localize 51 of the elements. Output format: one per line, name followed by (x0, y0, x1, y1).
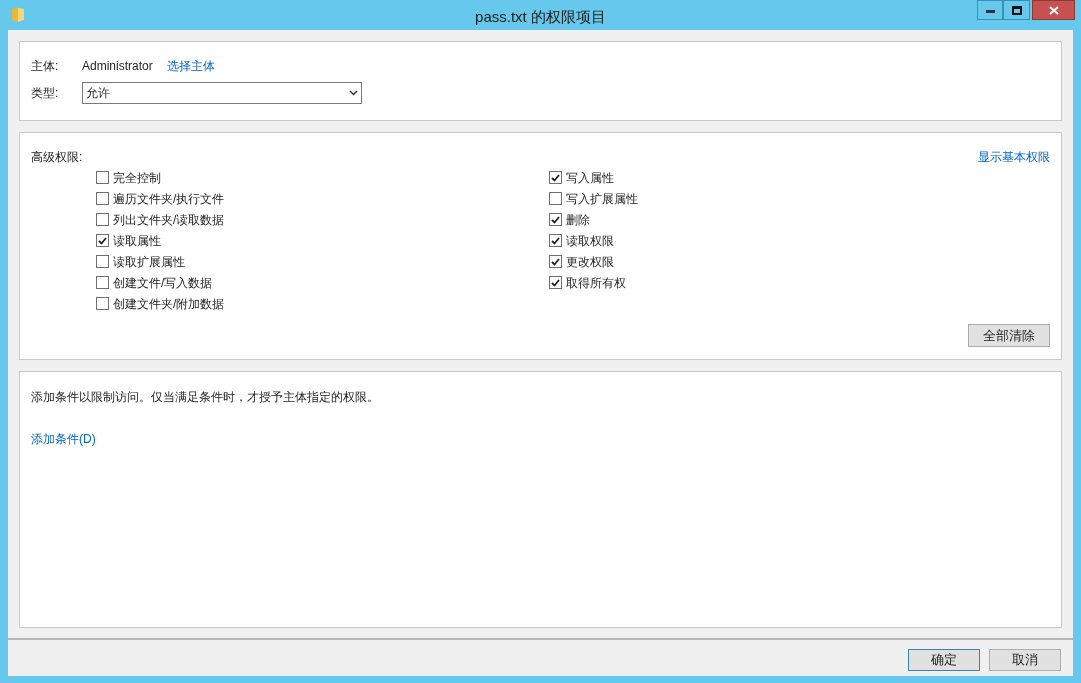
checkmark-icon (98, 236, 107, 245)
checkbox[interactable] (96, 171, 109, 184)
folder-icon (12, 7, 24, 22)
permission-label: 写入扩展属性 (566, 190, 638, 208)
chevron-down-icon (349, 90, 358, 96)
checkbox[interactable] (549, 234, 562, 247)
permission-label: 写入属性 (566, 169, 614, 187)
checkbox[interactable] (96, 192, 109, 205)
maximize-button[interactable] (1003, 0, 1030, 20)
checkmark-icon (551, 173, 560, 182)
checkbox[interactable] (549, 171, 562, 184)
close-button[interactable] (1032, 0, 1075, 20)
advanced-permissions-label: 高级权限: (31, 149, 83, 166)
checkbox[interactable] (96, 276, 109, 289)
checkbox[interactable] (96, 213, 109, 226)
permission-label: 读取扩展属性 (113, 253, 185, 271)
permission-label: 取得所有权 (566, 274, 626, 292)
checkmark-icon (551, 278, 560, 287)
permission-label: 删除 (566, 211, 590, 229)
checkbox[interactable] (549, 255, 562, 268)
permission-label: 读取属性 (113, 232, 161, 250)
conditions-description: 添加条件以限制访问。仅当满足条件时，才授予主体指定的权限。 (31, 389, 380, 406)
window-title: pass.txt 的权限项目 (474, 7, 607, 27)
principal-value: Administrator (82, 58, 153, 75)
dialog-button[interactable]: 取消 (989, 649, 1061, 671)
checkbox[interactable] (549, 192, 562, 205)
minimize-button[interactable] (977, 0, 1003, 20)
permission-label: 读取权限 (566, 232, 614, 250)
dialog-button[interactable]: 确定 (908, 649, 980, 671)
add-condition-link[interactable]: 添加条件(D) (31, 430, 96, 448)
permission-label: 完全控制 (113, 169, 161, 187)
permission-label: 创建文件/写入数据 (113, 274, 213, 292)
permission-label: 更改权限 (566, 253, 614, 271)
permission-label: 创建文件夹/附加数据 (113, 295, 225, 313)
checkbox[interactable] (96, 297, 109, 310)
select-principal-link[interactable]: 选择主体 (166, 57, 215, 75)
checkbox[interactable] (549, 213, 562, 226)
checkmark-icon (551, 236, 560, 245)
checkmark-icon (551, 215, 560, 224)
close-icon (1048, 5, 1059, 15)
checkbox[interactable] (96, 255, 109, 268)
checkmark-icon (551, 257, 560, 266)
checkbox[interactable] (96, 234, 109, 247)
type-dropdown[interactable]: 允许 (82, 82, 362, 104)
permission-label: 列出文件夹/读取数据 (113, 211, 225, 229)
checkbox[interactable] (549, 276, 562, 289)
principal-label: 主体: (31, 58, 60, 75)
show-basic-permissions-link[interactable]: 显示基本权限 (978, 148, 1050, 166)
type-label: 类型: (31, 85, 60, 102)
permission-label: 遍历文件夹/执行文件 (113, 190, 225, 208)
clear-all-button[interactable]: 全部清除 (968, 324, 1050, 347)
